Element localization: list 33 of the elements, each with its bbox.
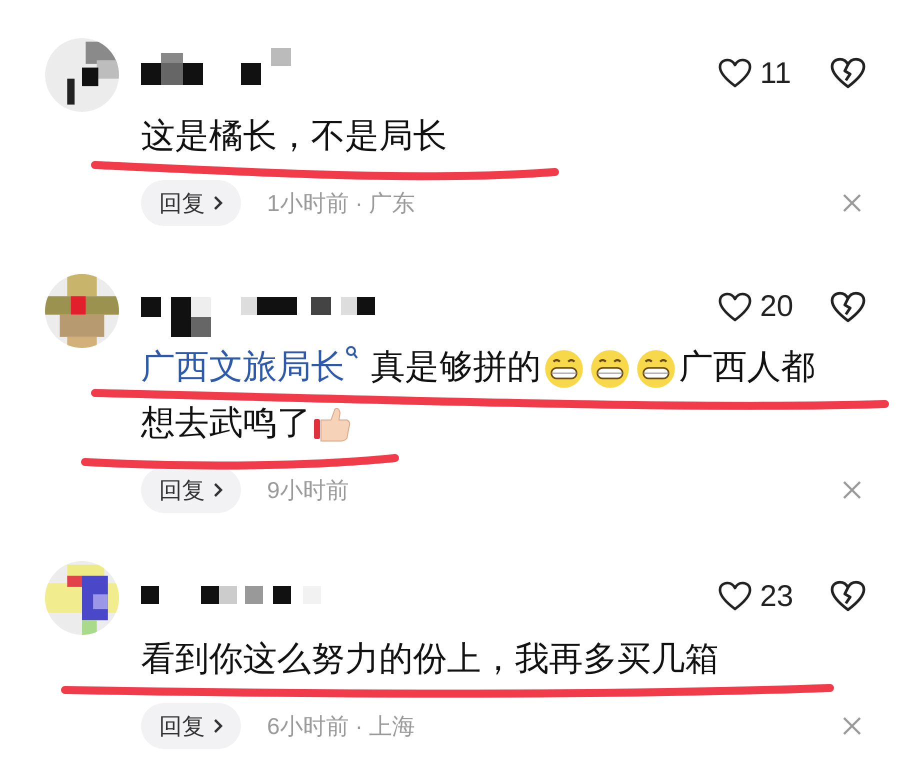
comment-text: 真是够拼的 — [371, 347, 541, 388]
chevron-icon — [213, 482, 223, 498]
close-icon[interactable] — [842, 716, 862, 736]
like-count: 11 — [760, 56, 792, 92]
comment-text: 看到你这么努力的份上，我再多买几箱 — [141, 639, 719, 680]
heart-icon[interactable] — [718, 58, 752, 88]
broken-heart-icon[interactable] — [830, 580, 866, 612]
close-icon[interactable] — [842, 480, 862, 500]
comment-text: 广西人都 — [679, 347, 815, 388]
comment-text: 想去武鸣了 — [141, 403, 311, 444]
topic-link[interactable]: 广西文旅局长 — [141, 339, 345, 395]
comment-time: 1小时前 · 广东 — [267, 188, 416, 218]
like-count: 20 — [760, 289, 794, 325]
chevron-icon — [213, 195, 223, 211]
avatar[interactable] — [45, 38, 119, 112]
heart-icon[interactable] — [718, 581, 752, 611]
avatar[interactable] — [45, 561, 119, 635]
broken-heart-icon[interactable] — [830, 290, 866, 322]
comment-text: 这是橘长，不是局长 — [141, 116, 447, 157]
comment-time: 9小时前 — [267, 476, 349, 505]
reply-button[interactable]: 回复 — [141, 180, 241, 226]
search-icon — [345, 345, 359, 361]
chevron-icon — [213, 718, 223, 734]
heart-icon[interactable] — [718, 292, 752, 322]
reply-button[interactable]: 回复 — [141, 703, 241, 749]
close-icon[interactable] — [842, 193, 862, 213]
comment-time: 6小时前 · 上海 — [267, 712, 416, 741]
reply-button[interactable]: 回复 — [141, 467, 241, 513]
broken-heart-icon[interactable] — [830, 57, 866, 89]
grin-emoji-icon — [589, 348, 631, 390]
grin-emoji-icon — [635, 348, 677, 390]
grin-emoji-icon — [543, 348, 585, 390]
like-count: 23 — [760, 578, 794, 614]
